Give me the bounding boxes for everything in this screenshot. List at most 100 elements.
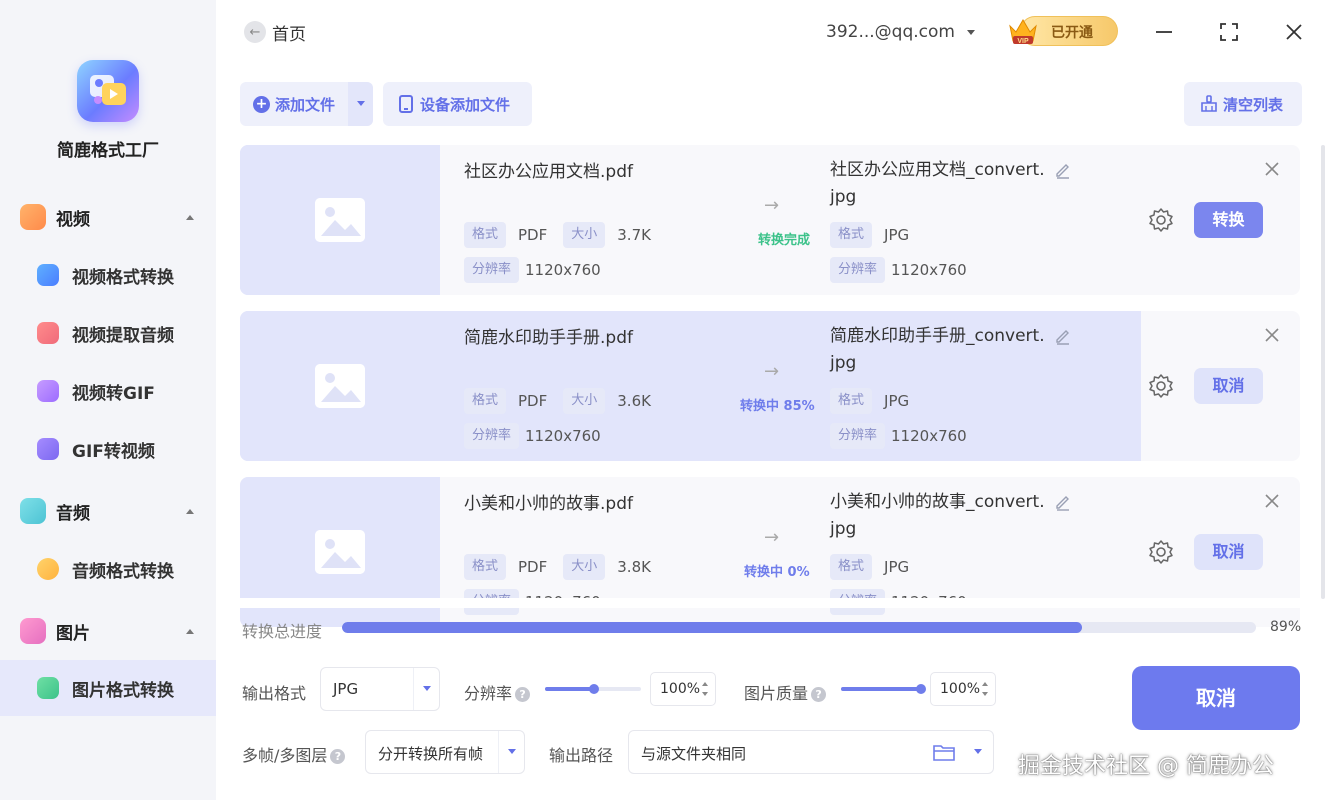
- edit-icon[interactable]: [1054, 161, 1072, 179]
- file-card[interactable]: 简鹿水印助手手册.pdf 格式 PDF 大小 3.6K 分辨率 1120x760…: [240, 311, 1300, 461]
- output-path-value: 与源文件夹相同: [641, 745, 747, 763]
- help-icon[interactable]: ?: [811, 687, 827, 702]
- sidebar-item-label: 图片格式转换: [72, 680, 174, 701]
- account-menu[interactable]: 392...@qq.com: [826, 20, 975, 44]
- increment-icon[interactable]: [982, 682, 988, 686]
- gear-icon[interactable]: [1148, 207, 1174, 233]
- source-meta-row: 格式 PDF 大小 3.7K: [464, 221, 667, 249]
- multiframe-value: 分开转换所有帧: [378, 745, 484, 763]
- add-file-button[interactable]: + 添加文件: [240, 82, 373, 126]
- remove-file-icon[interactable]: [1262, 325, 1282, 345]
- device-add-button[interactable]: 设备添加文件: [383, 82, 532, 126]
- back-arrow-icon: ←: [244, 21, 266, 43]
- sidebar-item-audio-format-convert[interactable]: 音频格式转换: [0, 541, 216, 597]
- image-convert-icon: [37, 677, 59, 699]
- edit-icon[interactable]: [1054, 493, 1072, 511]
- output-format: JPG: [884, 392, 910, 410]
- vip-badge[interactable]: 已开通 VIP: [1006, 14, 1118, 48]
- sidebar-item-label: GIF转视频: [72, 441, 155, 462]
- source-res-row: 分辨率 1120x760: [464, 422, 617, 450]
- help-icon[interactable]: ?: [330, 749, 346, 764]
- convert-button[interactable]: 转换: [1194, 202, 1263, 238]
- remove-file-icon[interactable]: [1262, 491, 1282, 511]
- close-icon[interactable]: [1282, 20, 1306, 44]
- cancel-all-button[interactable]: 取消: [1132, 666, 1300, 730]
- decrement-icon[interactable]: [702, 692, 708, 696]
- remove-file-icon[interactable]: [1262, 159, 1282, 179]
- cancel-file-button[interactable]: 取消: [1194, 534, 1263, 570]
- collapse-caret-icon[interactable]: [186, 628, 194, 634]
- folder-icon[interactable]: [933, 743, 955, 761]
- conversion-status: 转换完成: [758, 233, 811, 248]
- sidebar-item-image-format-convert[interactable]: 图片格式转换: [0, 660, 216, 716]
- maximize-icon[interactable]: [1217, 20, 1241, 44]
- app-logo-icon: [77, 60, 139, 122]
- scrollbar[interactable]: [1321, 145, 1325, 599]
- nav-group-video[interactable]: 视频: [0, 197, 216, 237]
- nav-group-image[interactable]: 图片: [0, 611, 216, 651]
- chevron-down-icon: [508, 749, 516, 754]
- source-size: 3.8K: [617, 558, 651, 576]
- sidebar-item-video-format-convert[interactable]: 视频格式转换: [0, 247, 216, 303]
- nav-group-audio[interactable]: 音频: [0, 491, 216, 531]
- nav-group-label: 视频: [56, 209, 90, 230]
- multiframe-label-text: 多帧/多图层: [242, 746, 328, 765]
- home-link[interactable]: ← 首页: [244, 20, 306, 45]
- total-progress-percent: 89%: [1270, 619, 1302, 635]
- collapse-caret-icon[interactable]: [186, 214, 194, 220]
- add-file-dropdown[interactable]: [348, 82, 373, 126]
- edit-icon[interactable]: [1054, 327, 1072, 345]
- vip-status: 已开通: [1051, 25, 1093, 41]
- output-format-select[interactable]: JPG: [320, 667, 440, 711]
- conversion-status: 转换中 0%: [744, 565, 810, 580]
- increment-icon[interactable]: [702, 682, 708, 686]
- format-tag: 格式: [830, 388, 873, 414]
- output-res-row: 分辨率 1120x760: [830, 422, 983, 450]
- gear-icon[interactable]: [1148, 539, 1174, 565]
- resolution-label-text: 分辨率: [464, 684, 513, 703]
- output-format: JPG: [884, 226, 910, 244]
- sidebar-item-gif-to-video[interactable]: GIF转视频: [0, 421, 216, 477]
- total-progress-label: 转换总进度: [242, 622, 323, 641]
- dropdown-arrow[interactable]: [963, 731, 993, 773]
- broom-icon: [1201, 95, 1217, 112]
- clear-list-label: 清空列表: [1223, 95, 1284, 114]
- output-format-label: 输出格式: [242, 684, 307, 703]
- output-path-select[interactable]: 与源文件夹相同: [628, 730, 994, 774]
- source-resolution: 1120x760: [525, 427, 601, 445]
- quality-value: 100%: [940, 681, 981, 697]
- output-meta-row: 格式 JPG: [830, 221, 925, 249]
- minimize-icon[interactable]: [1152, 20, 1176, 44]
- image-placeholder-icon: [315, 198, 365, 242]
- sidebar-item-label: 视频格式转换: [72, 267, 174, 288]
- multiframe-label: 多帧/多图层?: [242, 742, 346, 766]
- arrow-right-icon: →: [764, 195, 780, 216]
- quality-stepper[interactable]: 100%: [930, 672, 996, 706]
- file-thumbnail: [240, 311, 440, 461]
- app-name: 简鹿格式工厂: [57, 141, 159, 161]
- resolution-stepper[interactable]: 100%: [650, 672, 716, 706]
- format-tag: 格式: [830, 554, 873, 580]
- slider-knob[interactable]: [916, 684, 926, 694]
- file-card[interactable]: 社区办公应用文档.pdf 格式 PDF 大小 3.7K 分辨率 1120x760…: [240, 145, 1300, 295]
- resolution-value: 100%: [660, 681, 701, 697]
- chevron-down-icon: [423, 686, 431, 691]
- gear-icon[interactable]: [1148, 373, 1174, 399]
- format-tag: 格式: [464, 554, 507, 580]
- collapse-caret-icon[interactable]: [186, 508, 194, 514]
- output-format: JPG: [884, 558, 910, 576]
- conversion-status: 转换中 85%: [740, 399, 815, 414]
- source-format: PDF: [518, 392, 548, 410]
- slider-knob[interactable]: [589, 684, 599, 694]
- cancel-file-button[interactable]: 取消: [1194, 368, 1263, 404]
- sidebar-item-video-to-gif[interactable]: 视频转GIF: [0, 363, 216, 419]
- sidebar-item-video-extract-audio[interactable]: 视频提取音频: [0, 305, 216, 361]
- resolution-tag: 分辨率: [464, 423, 520, 449]
- source-resolution: 1120x760: [525, 261, 601, 279]
- headphones-icon: [37, 558, 59, 580]
- device-add-label: 设备添加文件: [420, 95, 511, 114]
- multiframe-select[interactable]: 分开转换所有帧: [365, 730, 525, 774]
- help-icon[interactable]: ?: [515, 687, 531, 702]
- decrement-icon[interactable]: [982, 692, 988, 696]
- clear-list-button[interactable]: 清空列表: [1184, 82, 1302, 126]
